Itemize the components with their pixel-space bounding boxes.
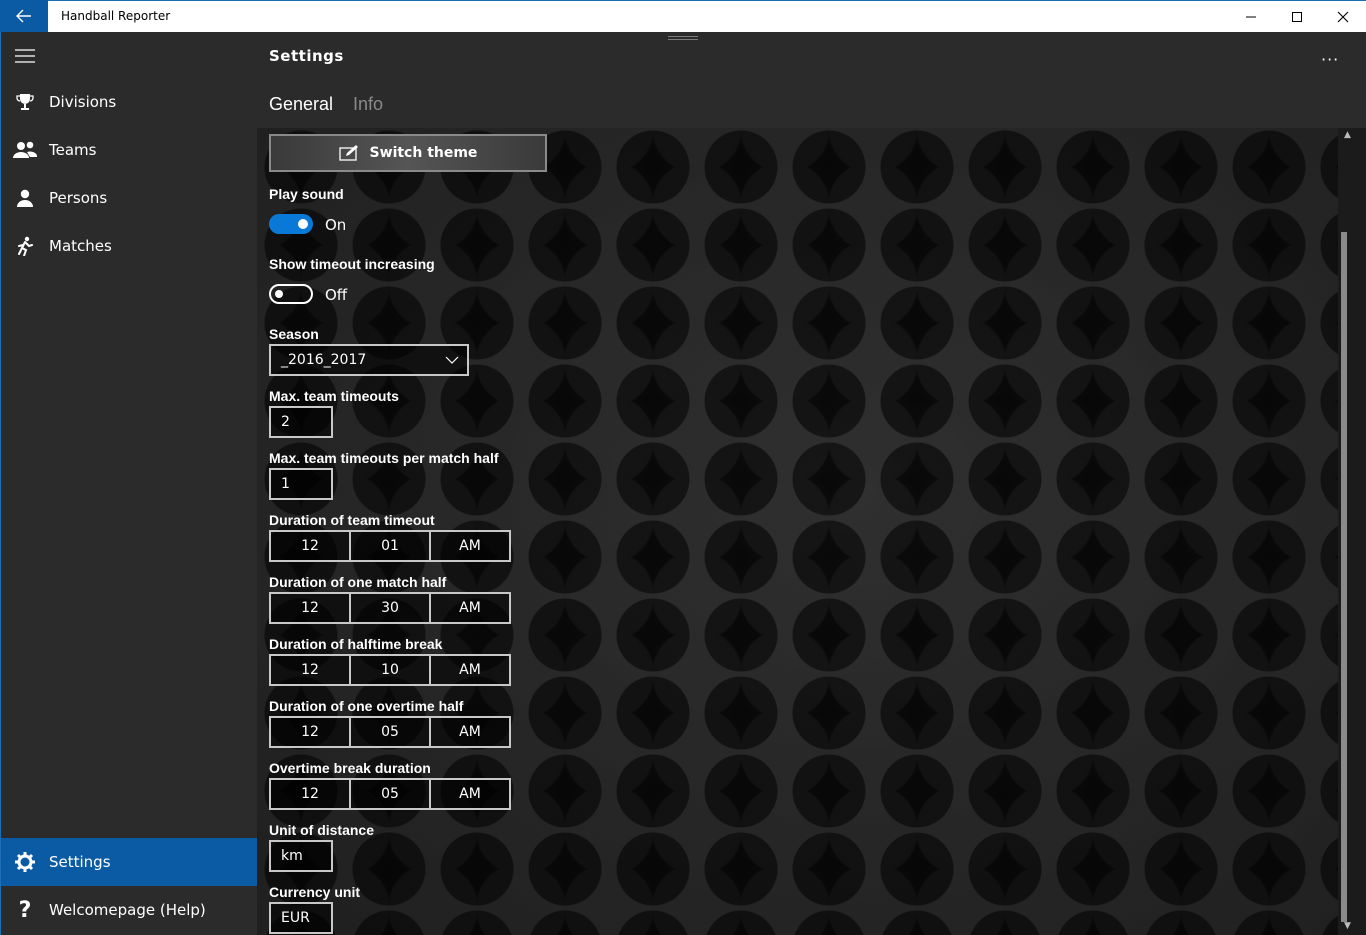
season-value: _2016_2017: [281, 352, 367, 368]
help-icon: ?: [18, 897, 32, 923]
nav-item-matches[interactable]: Matches: [1, 222, 257, 270]
duration-overtime-half-label: Duration of one overtime half: [269, 698, 464, 714]
duration-overtime-half-picker[interactable]: 12 05 AM: [269, 716, 511, 748]
minute-segment[interactable]: 05: [351, 780, 431, 808]
nav-item-persons[interactable]: Persons: [1, 174, 257, 222]
duration-match-half-picker[interactable]: 12 30 AM: [269, 592, 511, 624]
currency-unit-input[interactable]: EUR: [269, 902, 333, 934]
season-combobox[interactable]: _2016_2017: [269, 344, 469, 376]
runner-icon: [18, 236, 33, 256]
max-timeouts-half-input[interactable]: 1: [269, 468, 333, 500]
show-timeout-toggle[interactable]: [269, 284, 313, 304]
close-icon: [1337, 11, 1349, 22]
maximize-button[interactable]: [1274, 1, 1320, 32]
period-segment[interactable]: AM: [431, 594, 509, 622]
switch-theme-button[interactable]: Switch theme: [269, 134, 547, 172]
duration-halftime-break-picker[interactable]: 12 10 AM: [269, 654, 511, 686]
minute-segment[interactable]: 01: [351, 532, 431, 560]
nav-label-welcomepage: Welcomepage (Help): [49, 901, 206, 919]
nav-item-welcomepage[interactable]: ? Welcomepage (Help): [1, 886, 257, 934]
back-arrow-icon: [16, 9, 31, 23]
nav-item-settings[interactable]: Settings: [1, 838, 257, 886]
nav-label-matches: Matches: [49, 237, 112, 255]
unit-distance-value: km: [281, 848, 303, 864]
maximize-icon: [1292, 11, 1302, 22]
hour-segment[interactable]: 12: [271, 594, 351, 622]
duration-match-half-label: Duration of one match half: [269, 574, 447, 590]
close-button[interactable]: [1320, 1, 1366, 32]
max-team-timeouts-label: Max. team timeouts: [269, 388, 399, 404]
unit-distance-label: Unit of distance: [269, 822, 375, 838]
max-timeouts-half-value: 1: [281, 476, 290, 492]
currency-unit-label: Currency unit: [269, 884, 361, 900]
tab-general[interactable]: General: [269, 94, 333, 115]
show-timeout-state: Off: [325, 286, 348, 304]
minute-segment[interactable]: 10: [351, 656, 431, 684]
nav-label-teams: Teams: [49, 141, 97, 159]
scroll-down-icon[interactable]: ▼: [1344, 921, 1351, 931]
minute-segment[interactable]: 05: [351, 718, 431, 746]
edit-icon: [338, 145, 358, 161]
period-segment[interactable]: AM: [431, 532, 509, 560]
settings-content: Switch theme Play sound On Show timeout …: [257, 128, 1338, 935]
person-icon: [17, 189, 33, 207]
period-segment[interactable]: AM: [431, 718, 509, 746]
duration-halftime-break-label: Duration of halftime break: [269, 636, 443, 652]
overtime-break-picker[interactable]: 12 05 AM: [269, 778, 511, 810]
vertical-scrollbar[interactable]: ▲ ▼: [1338, 128, 1366, 935]
max-team-timeouts-value: 2: [281, 414, 290, 430]
play-sound-label: Play sound: [269, 186, 344, 202]
play-sound-toggle[interactable]: [269, 214, 313, 234]
people-icon: [13, 141, 37, 158]
scroll-up-icon[interactable]: ▲: [1344, 130, 1351, 140]
scrollbar-thumb[interactable]: [1341, 232, 1347, 922]
max-timeouts-half-label: Max. team timeouts per match half: [269, 450, 499, 466]
nav-label-settings: Settings: [49, 853, 111, 871]
season-label: Season: [269, 326, 319, 342]
currency-unit-value: EUR: [281, 910, 310, 926]
page-header: Settings ··· General Info: [257, 32, 1366, 128]
period-segment[interactable]: AM: [431, 780, 509, 808]
title-bar: Handball Reporter: [0, 0, 1366, 32]
hour-segment[interactable]: 12: [271, 532, 351, 560]
unit-distance-input[interactable]: km: [269, 840, 333, 872]
page-title: Settings: [269, 47, 344, 65]
duration-team-timeout-picker[interactable]: 12 01 AM: [269, 530, 511, 562]
tab-info[interactable]: Info: [353, 94, 383, 115]
switch-theme-label: Switch theme: [369, 145, 478, 161]
overtime-break-label: Overtime break duration: [269, 760, 431, 776]
hour-segment[interactable]: 12: [271, 718, 351, 746]
chevron-down-icon: [445, 356, 459, 364]
nav-label-divisions: Divisions: [49, 93, 117, 111]
drag-grip[interactable]: [668, 36, 698, 40]
hamburger-icon: [15, 49, 35, 63]
gear-icon: [15, 852, 35, 872]
trophy-icon: [16, 94, 34, 110]
max-team-timeouts-input[interactable]: 2: [269, 406, 333, 438]
navigation-pane: Divisions Teams Persons Matches Settings…: [0, 32, 257, 935]
hour-segment[interactable]: 12: [271, 656, 351, 684]
hour-segment[interactable]: 12: [271, 780, 351, 808]
app-title: Handball Reporter: [61, 9, 171, 23]
minute-segment[interactable]: 30: [351, 594, 431, 622]
minimize-icon: [1246, 16, 1256, 17]
back-button[interactable]: [0, 0, 48, 32]
nav-label-persons: Persons: [49, 189, 108, 207]
play-sound-state: On: [325, 216, 347, 234]
period-segment[interactable]: AM: [431, 656, 509, 684]
more-options-button[interactable]: ···: [1321, 50, 1339, 69]
show-timeout-label: Show timeout increasing: [269, 256, 435, 272]
nav-item-divisions[interactable]: Divisions: [1, 78, 257, 126]
minimize-button[interactable]: [1228, 1, 1274, 32]
hamburger-button[interactable]: [1, 32, 49, 80]
nav-item-teams[interactable]: Teams: [1, 126, 257, 174]
duration-team-timeout-label: Duration of team timeout: [269, 512, 435, 528]
